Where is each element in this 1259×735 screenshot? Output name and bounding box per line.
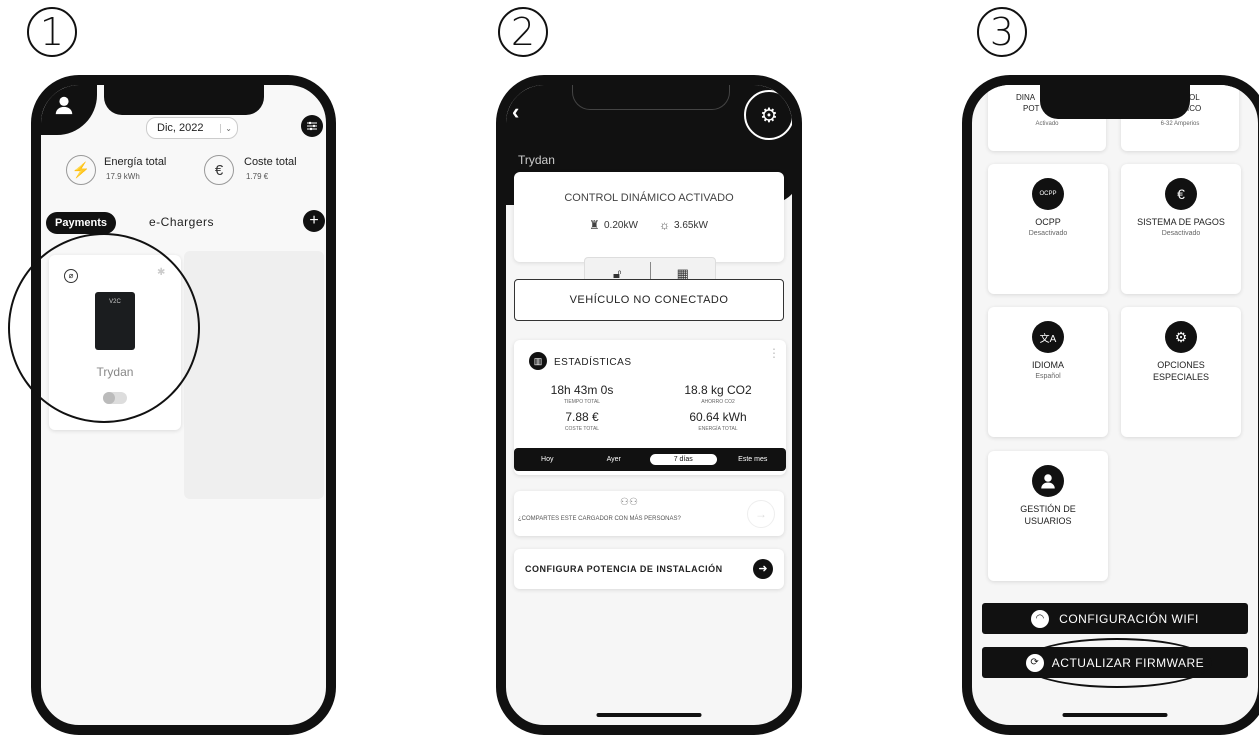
step-number-2: 2 [498, 7, 548, 57]
user-glyph [1041, 474, 1055, 489]
stat-energy-label: ENERGÍA TOTAL [698, 426, 738, 432]
people-icon: ⚇⚇ [620, 497, 638, 508]
date-selector-value: Dic, 2022 [157, 122, 204, 134]
stat-cost-value: 7.88 € [565, 410, 599, 424]
period-selector: Hoy Ayer 7 días Este mes [514, 448, 786, 471]
stat-co2-value: 18.8 kg CO2 [684, 383, 752, 397]
user-icon [1032, 465, 1064, 497]
phone-screen-3: DINA POT Activado OL ICO 6-32 Amperios O… [962, 75, 1259, 735]
arrow-right-icon[interactable]: → [747, 500, 775, 528]
phone-notch [1040, 85, 1190, 119]
tab-echargers[interactable]: e-Chargers [149, 215, 214, 229]
home-indicator [131, 713, 236, 717]
payment-system-status: Desactivado [1161, 230, 1201, 237]
device-name: Trydan [518, 153, 555, 167]
tab-payments[interactable]: Payments [46, 212, 116, 234]
highlight-circle [8, 233, 200, 423]
user-management-tile[interactable]: GESTIÓN DE USUARIOS [988, 451, 1108, 581]
sun-icon: ☼ [659, 218, 670, 232]
tab-payments-label: Payments [55, 217, 107, 229]
wifi-config-label: CONFIGURACIÓN WIFI [1059, 611, 1199, 626]
energy-total-label: Energía total [104, 156, 167, 168]
avatar[interactable] [41, 85, 97, 135]
vehicle-status-box: VEHÍCULO NO CONECTADO [514, 279, 784, 321]
wifi-config-button[interactable]: ◠ CONFIGURACIÓN WIFI [982, 603, 1248, 634]
step-label: 2 [510, 10, 536, 54]
stats-chart-icon: ▥ [529, 352, 547, 370]
configure-power-card[interactable]: CONFIGURA POTENCIA DE INSTALACIÓN ➜ [514, 549, 784, 589]
sliders-icon [307, 121, 317, 131]
dynamic-power-status: Activado [1035, 121, 1059, 127]
energy-total-icon: ⚡ [66, 155, 96, 185]
dynamic-power-title-a: DINA [1016, 93, 1036, 102]
settings-button[interactable]: ⚙ [744, 90, 792, 140]
gear-icon: ⚙ [760, 104, 778, 127]
special-settings-icon: ⚙ [1165, 321, 1197, 353]
translate-icon: 文A [1032, 321, 1064, 353]
period-hoy[interactable]: Hoy [514, 456, 581, 463]
period-ayer[interactable]: Ayer [581, 456, 648, 463]
euro-icon: € [1165, 178, 1197, 210]
cost-total-icon: € [204, 155, 234, 185]
payment-system-title: SISTEMA DE PAGOS [1137, 217, 1225, 227]
period-este-mes[interactable]: Este mes [720, 456, 787, 463]
add-charger-button[interactable]: + [303, 210, 325, 232]
solar-power-value: 3.65kW [674, 220, 708, 231]
ocpp-title: OCPP [1035, 217, 1061, 227]
step-number-3: 3 [977, 7, 1027, 57]
configure-power-text: CONFIGURA POTENCIA DE INSTALACIÓN [525, 564, 723, 574]
dynamic-control-card: CONTROL DINÁMICO ACTIVADO ♜ 0.20kW ☼ 3.6… [514, 172, 784, 262]
dynamic-power-title-b: POT [1023, 104, 1040, 113]
date-selector[interactable]: Dic, 2022 ⌄ [146, 117, 238, 139]
energy-total-value: 17.9 kWh [106, 172, 140, 181]
user-management-title: GESTIÓN DE USUARIOS [1020, 504, 1076, 526]
user-icon [55, 96, 73, 115]
language-tile[interactable]: 文A IDIOMA Español [988, 307, 1108, 437]
step-label: 3 [989, 10, 1015, 54]
step-label: 1 [39, 10, 65, 54]
stats-title: ESTADÍSTICAS [554, 357, 632, 368]
period-7-dias[interactable]: 7 días [650, 454, 717, 465]
ocpp-tile[interactable]: OCPP OCPP Desactivado [988, 164, 1108, 294]
ocpp-icon: OCPP [1032, 178, 1064, 210]
grid-tower-icon: ♜ [589, 218, 600, 232]
highlight-ellipse [1022, 638, 1212, 688]
payment-system-tile[interactable]: € SISTEMA DE PAGOS Desactivado [1121, 164, 1241, 294]
filter-button[interactable] [301, 115, 323, 137]
home-indicator [1062, 713, 1168, 717]
stat-time-value: 18h 43m 0s [550, 383, 614, 397]
phone-notch [103, 85, 264, 115]
cost-total-value: 1.79 € [246, 172, 269, 181]
current-control-range: 6-32 Amperios [1160, 121, 1200, 127]
statistics-card: ▥ ESTADÍSTICAS ⋮ 18h 43m 0s TIEMPO TOTAL… [514, 340, 786, 475]
dynamic-control-status: CONTROL DINÁMICO ACTIVADO [564, 192, 734, 204]
special-options-title: OPCIONES ESPECIALES [1152, 360, 1210, 382]
share-charger-text: ¿COMPARTES ESTE CARGADOR CON MÁS PERSONA… [518, 516, 681, 522]
language-title: IDIOMA [1031, 360, 1064, 370]
home-indicator [596, 713, 702, 717]
language-value: Español [1035, 373, 1061, 380]
phone-screen-2: ‹ ⚙ Trydan CONTROL DINÁMICO ACTIVADO ♜ 0… [496, 75, 802, 735]
current-control-title-a: OL [1189, 93, 1200, 102]
arrow-right-icon[interactable]: ➜ [753, 559, 773, 579]
step-number-1: 1 [27, 7, 77, 57]
special-options-tile[interactable]: ⚙ OPCIONES ESPECIALES [1121, 307, 1241, 437]
scrollbar[interactable] [333, 140, 335, 405]
back-button[interactable]: ‹ [512, 99, 519, 125]
empty-charger-slot [184, 251, 324, 499]
notch-outline [572, 85, 730, 110]
wifi-icon: ◠ [1031, 609, 1050, 628]
grid-power-value: 0.20kW [604, 220, 638, 231]
stat-energy-value: 60.64 kWh [689, 410, 747, 424]
stat-co2-label: AHORRO CO2 [701, 399, 735, 405]
stat-time-label: TIEMPO TOTAL [563, 399, 601, 405]
stat-cost-label: COSTE TOTAL [564, 426, 600, 432]
share-charger-card[interactable]: ⚇⚇ ¿COMPARTES ESTE CARGADOR CON MÁS PERS… [514, 491, 784, 536]
cost-total-label: Coste total [244, 156, 297, 168]
ocpp-status: Desactivado [1028, 230, 1068, 237]
chevron-down-icon: ⌄ [220, 123, 232, 133]
vehicle-status-text: VEHÍCULO NO CONECTADO [569, 294, 729, 306]
stats-menu-icon[interactable]: ⋮ [768, 347, 780, 359]
